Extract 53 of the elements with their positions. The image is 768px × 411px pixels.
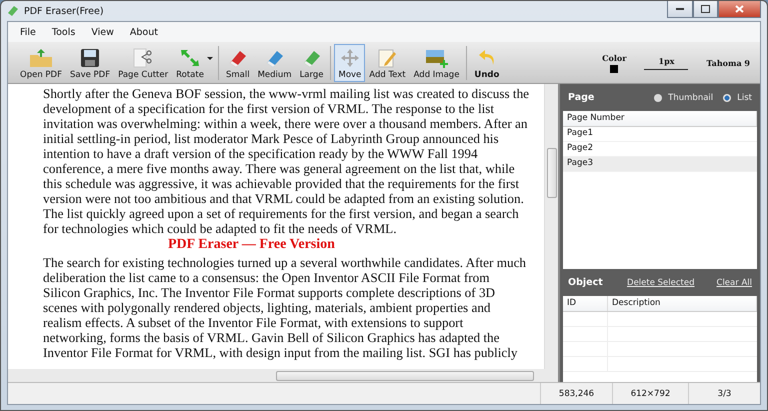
toolbar-button[interactable]: Add Image <box>410 44 464 82</box>
status-text: 612×792 <box>612 383 688 404</box>
pencil-note-icon <box>377 48 398 68</box>
image-add-icon <box>424 48 449 68</box>
color-swatch[interactable] <box>610 65 618 73</box>
document-paragraph: The search for existing technologies turned up a several worthwhile candidates. After much deliberation the list came to a consensus: the Open Inventor ASCII File Format from Silicon Graphics, Inc. The Inventor File Format supports complete descriptions of 3D scenes with polygonally rendered objects, lighting, materials, ambient properties and realism effects. A subset of the Inventor File Format, with extensions to support networking, forms the basis of VRML. Gavin Bell of Silicon Graphics has adapted the Inventor File Format for VRML, with design input from the mailing list. SGI has publicly <box>43 255 528 360</box>
watermark-text: PDF Eraser — Free Version <box>168 236 335 253</box>
column-header: ID <box>563 296 608 311</box>
maximize-icon <box>701 5 710 13</box>
menu-item[interactable]: View <box>85 26 120 38</box>
minimize-button[interactable] <box>667 1 693 18</box>
rotate-arrows-icon <box>179 48 202 68</box>
status-text: 583,246 <box>540 383 612 404</box>
toolbar-button[interactable]: Open PDF <box>16 44 66 82</box>
toolbar-button[interactable]: Rotate <box>172 44 215 82</box>
maximize-button[interactable] <box>693 1 718 18</box>
toolbar-button[interactable]: Save PDF <box>66 44 114 82</box>
font-selector[interactable]: Tahoma 9 <box>706 58 750 68</box>
view-radio[interactable]: List <box>723 92 752 102</box>
color-label: Color <box>602 53 626 63</box>
window-title: PDF Eraser(Free) <box>24 6 104 16</box>
toolbar-button[interactable]: Page Cutter <box>114 44 172 82</box>
column-header: Description <box>608 296 757 311</box>
column-header: Page Number <box>563 111 757 126</box>
document-paragraph: Shortly after the Geneva BOF session, the www-vrml mailing list was created to discuss the development of a specification for the first version of VRML. The response to the list invitation was overwhelming: within a week, there were over a thousand members. After an initial settling-in period, list moderator Mark Pesce of Labyrinth Group announced his intention to have a draft version of the specification ready by the WWW Fall 1994 conference, a mere five months away. There was general agreement on the list that, while this schedule was aggressive, it was achievable provided that the requirements for the first version were not too ambitious and that VRML could be adapted from an existing solution. The list quickly agreed upon a set of requirements for the first version, and began a search for technologies which could be adapted to fit the needs of VRML. <box>43 86 529 236</box>
toolbar-button[interactable]: Large <box>296 44 328 82</box>
close-icon <box>735 5 744 13</box>
move-arrows-icon <box>340 48 360 68</box>
toolbar-button[interactable]: Small <box>222 44 254 82</box>
vertical-scrollbar[interactable] <box>544 84 558 369</box>
menu-item[interactable]: About <box>124 26 164 38</box>
eraser-icon <box>7 5 19 17</box>
menu-item[interactable]: File <box>14 26 42 38</box>
folder-icon <box>28 48 53 68</box>
page-list-item[interactable]: Page3 <box>563 157 757 172</box>
status-text: 3/3 <box>688 383 760 404</box>
panel-title: Object <box>568 277 603 288</box>
close-button[interactable] <box>718 1 761 18</box>
toolbar-button[interactable]: Medium <box>254 44 296 82</box>
view-radio[interactable]: Thumbnail <box>654 92 714 102</box>
action-link[interactable]: Clear All <box>716 278 752 288</box>
action-link[interactable]: Delete Selected <box>627 278 695 288</box>
page-list-item[interactable]: Page1 <box>563 127 757 142</box>
page-list-item[interactable]: Page2 <box>563 142 757 157</box>
toolbar-button[interactable]: Move <box>334 44 366 82</box>
minimize-icon <box>676 8 684 10</box>
line-width-selector[interactable]: 1px <box>644 56 688 70</box>
horizontal-scrollbar[interactable] <box>8 369 558 382</box>
panel-title: Page <box>568 92 594 103</box>
toolbar-button[interactable]: Undo <box>470 44 504 82</box>
scissors-page-icon <box>132 48 154 68</box>
menu-item[interactable]: Tools <box>46 26 82 38</box>
toolbar-button[interactable]: Add Text <box>365 44 410 82</box>
